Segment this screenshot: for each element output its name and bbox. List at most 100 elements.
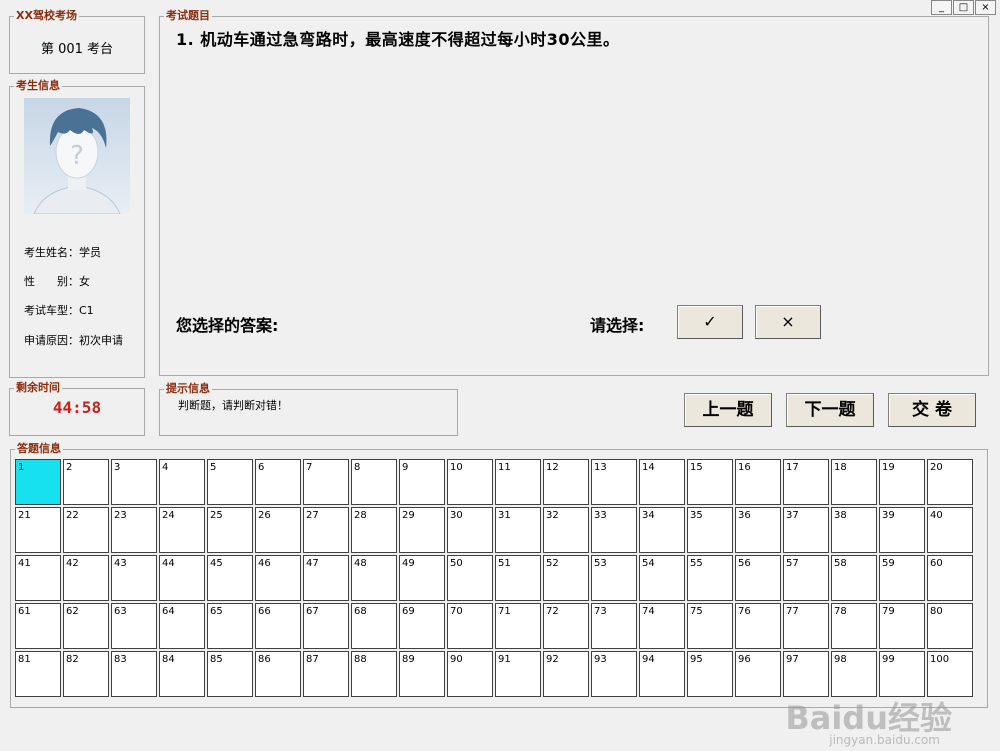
answer-cell-27[interactable]: 27: [303, 507, 349, 553]
answer-cell-43[interactable]: 43: [111, 555, 157, 601]
answer-cell-34[interactable]: 34: [639, 507, 685, 553]
prev-question-button[interactable]: 上一题: [684, 393, 772, 427]
answer-cell-56[interactable]: 56: [735, 555, 781, 601]
answer-cell-30[interactable]: 30: [447, 507, 493, 553]
answer-cell-75[interactable]: 75: [687, 603, 733, 649]
answer-cell-50[interactable]: 50: [447, 555, 493, 601]
answer-cell-4[interactable]: 4: [159, 459, 205, 505]
answer-cell-87[interactable]: 87: [303, 651, 349, 697]
answer-cell-32[interactable]: 32: [543, 507, 589, 553]
answer-cell-20[interactable]: 20: [927, 459, 973, 505]
answer-cell-79[interactable]: 79: [879, 603, 925, 649]
answer-cell-44[interactable]: 44: [159, 555, 205, 601]
answer-cell-48[interactable]: 48: [351, 555, 397, 601]
answer-cell-47[interactable]: 47: [303, 555, 349, 601]
answer-cell-76[interactable]: 76: [735, 603, 781, 649]
answer-cell-64[interactable]: 64: [159, 603, 205, 649]
true-button[interactable]: ✓: [677, 305, 743, 339]
answer-cell-11[interactable]: 11: [495, 459, 541, 505]
next-question-button[interactable]: 下一题: [786, 393, 874, 427]
answer-cell-88[interactable]: 88: [351, 651, 397, 697]
answer-cell-100[interactable]: 100: [927, 651, 973, 697]
answer-cell-72[interactable]: 72: [543, 603, 589, 649]
answer-cell-66[interactable]: 66: [255, 603, 301, 649]
answer-cell-89[interactable]: 89: [399, 651, 445, 697]
answer-cell-73[interactable]: 73: [591, 603, 637, 649]
answer-cell-7[interactable]: 7: [303, 459, 349, 505]
answer-cell-54[interactable]: 54: [639, 555, 685, 601]
answer-cell-55[interactable]: 55: [687, 555, 733, 601]
answer-cell-92[interactable]: 92: [543, 651, 589, 697]
answer-cell-8[interactable]: 8: [351, 459, 397, 505]
answer-cell-63[interactable]: 63: [111, 603, 157, 649]
answer-cell-90[interactable]: 90: [447, 651, 493, 697]
answer-cell-12[interactable]: 12: [543, 459, 589, 505]
answer-cell-62[interactable]: 62: [63, 603, 109, 649]
answer-cell-16[interactable]: 16: [735, 459, 781, 505]
answer-cell-59[interactable]: 59: [879, 555, 925, 601]
answer-cell-53[interactable]: 53: [591, 555, 637, 601]
answer-cell-21[interactable]: 21: [15, 507, 61, 553]
answer-cell-51[interactable]: 51: [495, 555, 541, 601]
answer-cell-2[interactable]: 2: [63, 459, 109, 505]
answer-cell-23[interactable]: 23: [111, 507, 157, 553]
answer-cell-67[interactable]: 67: [303, 603, 349, 649]
answer-cell-85[interactable]: 85: [207, 651, 253, 697]
answer-cell-42[interactable]: 42: [63, 555, 109, 601]
answer-cell-98[interactable]: 98: [831, 651, 877, 697]
answer-cell-39[interactable]: 39: [879, 507, 925, 553]
answer-cell-46[interactable]: 46: [255, 555, 301, 601]
answer-cell-86[interactable]: 86: [255, 651, 301, 697]
answer-cell-77[interactable]: 77: [783, 603, 829, 649]
answer-cell-70[interactable]: 70: [447, 603, 493, 649]
answer-cell-96[interactable]: 96: [735, 651, 781, 697]
answer-cell-45[interactable]: 45: [207, 555, 253, 601]
answer-cell-91[interactable]: 91: [495, 651, 541, 697]
answer-cell-19[interactable]: 19: [879, 459, 925, 505]
answer-cell-15[interactable]: 15: [687, 459, 733, 505]
answer-cell-5[interactable]: 5: [207, 459, 253, 505]
answer-cell-22[interactable]: 22: [63, 507, 109, 553]
answer-cell-33[interactable]: 33: [591, 507, 637, 553]
answer-cell-94[interactable]: 94: [639, 651, 685, 697]
answer-cell-31[interactable]: 31: [495, 507, 541, 553]
answer-cell-60[interactable]: 60: [927, 555, 973, 601]
false-button[interactable]: ×: [755, 305, 821, 339]
answer-cell-97[interactable]: 97: [783, 651, 829, 697]
answer-cell-84[interactable]: 84: [159, 651, 205, 697]
answer-cell-29[interactable]: 29: [399, 507, 445, 553]
answer-cell-37[interactable]: 37: [783, 507, 829, 553]
answer-cell-41[interactable]: 41: [15, 555, 61, 601]
answer-cell-49[interactable]: 49: [399, 555, 445, 601]
submit-exam-button[interactable]: 交 卷: [888, 393, 976, 427]
answer-cell-61[interactable]: 61: [15, 603, 61, 649]
answer-cell-18[interactable]: 18: [831, 459, 877, 505]
answer-cell-24[interactable]: 24: [159, 507, 205, 553]
answer-cell-74[interactable]: 74: [639, 603, 685, 649]
answer-cell-1[interactable]: 1: [15, 459, 61, 505]
answer-cell-36[interactable]: 36: [735, 507, 781, 553]
answer-cell-93[interactable]: 93: [591, 651, 637, 697]
answer-cell-14[interactable]: 14: [639, 459, 685, 505]
answer-cell-82[interactable]: 82: [63, 651, 109, 697]
answer-cell-28[interactable]: 28: [351, 507, 397, 553]
answer-cell-6[interactable]: 6: [255, 459, 301, 505]
answer-cell-81[interactable]: 81: [15, 651, 61, 697]
answer-cell-25[interactable]: 25: [207, 507, 253, 553]
answer-cell-99[interactable]: 99: [879, 651, 925, 697]
answer-cell-83[interactable]: 83: [111, 651, 157, 697]
answer-cell-57[interactable]: 57: [783, 555, 829, 601]
answer-cell-68[interactable]: 68: [351, 603, 397, 649]
answer-cell-80[interactable]: 80: [927, 603, 973, 649]
answer-cell-17[interactable]: 17: [783, 459, 829, 505]
answer-cell-58[interactable]: 58: [831, 555, 877, 601]
answer-cell-52[interactable]: 52: [543, 555, 589, 601]
answer-cell-71[interactable]: 71: [495, 603, 541, 649]
answer-cell-38[interactable]: 38: [831, 507, 877, 553]
answer-cell-65[interactable]: 65: [207, 603, 253, 649]
answer-cell-40[interactable]: 40: [927, 507, 973, 553]
answer-cell-26[interactable]: 26: [255, 507, 301, 553]
answer-cell-35[interactable]: 35: [687, 507, 733, 553]
answer-cell-69[interactable]: 69: [399, 603, 445, 649]
answer-cell-13[interactable]: 13: [591, 459, 637, 505]
